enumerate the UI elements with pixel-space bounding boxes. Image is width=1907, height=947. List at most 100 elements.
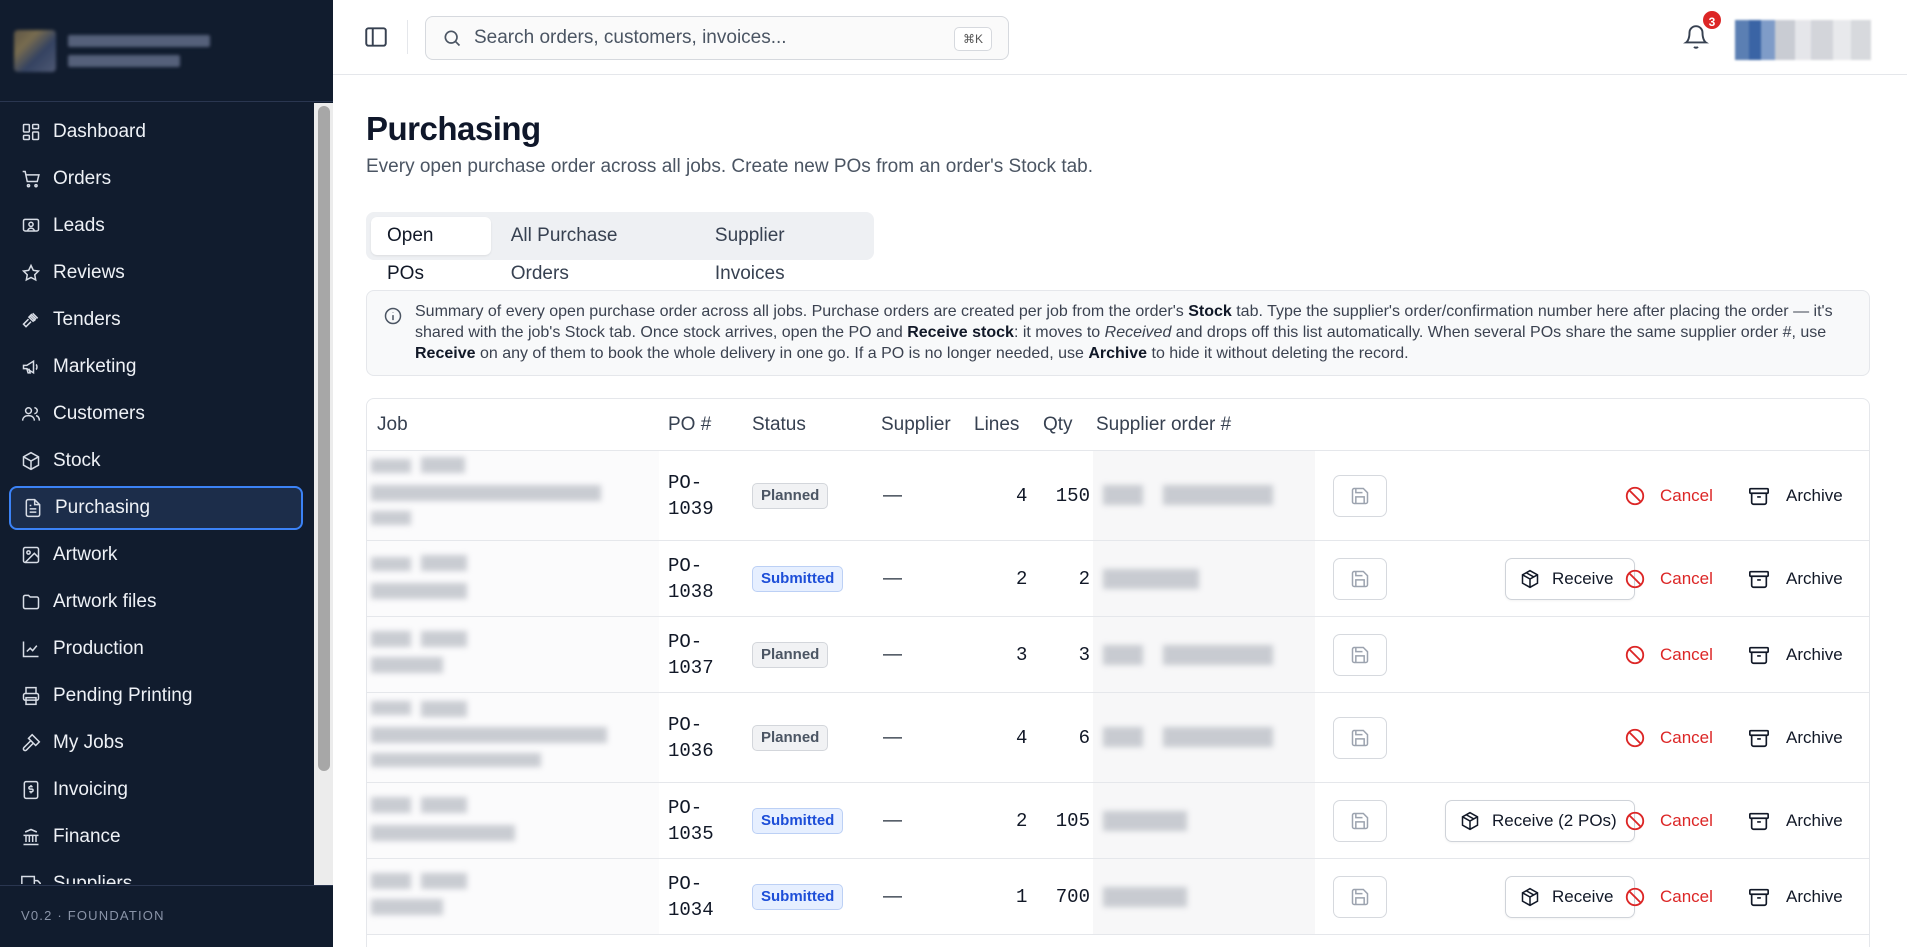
ban-icon [1625,569,1645,589]
sidebar-item-reviews[interactable]: Reviews [9,251,303,295]
job-cell[interactable] [367,783,659,858]
po-number[interactable]: PO- 1034 [668,859,714,934]
cancel-button[interactable]: Cancel [1624,644,1713,666]
receive-multiple-button[interactable]: Receive (2 POs) [1445,800,1635,842]
po-number[interactable]: PO- 1035 [668,783,714,858]
tab-all-purchase-orders[interactable]: All Purchase Orders [495,217,695,284]
sidebar-item-tenders[interactable]: Tenders [9,298,303,342]
sidebar-item-my-jobs[interactable]: My Jobs [9,721,303,765]
save-icon [1351,812,1369,830]
archive-button[interactable]: Archive [1748,886,1843,908]
save-button[interactable] [1333,717,1387,759]
sidebar-item-invoicing[interactable]: Invoicing [9,768,303,812]
sidebar-item-label: Tenders [53,309,121,330]
sidebar-item-label: Reviews [53,262,125,283]
status-badge: Planned [752,482,829,509]
sidebar-item-orders[interactable]: Orders [9,157,303,201]
cancel-button[interactable]: Cancel [1624,727,1713,749]
lines-cell: 2 [1016,567,1028,590]
save-button[interactable] [1333,800,1387,842]
receive-button[interactable]: Receive [1505,558,1635,600]
sidebar-item-suppliers[interactable]: Suppliers [9,862,303,884]
sidebar-item-marketing[interactable]: Marketing [9,345,303,389]
job-cell[interactable] [367,693,659,782]
status-badge: Planned [752,724,829,751]
supplier-order-input[interactable] [1093,783,1315,858]
supplier-cell: — [883,885,902,907]
tab-open-pos[interactable]: Open POs [371,217,491,284]
cart-icon [22,170,40,188]
status-cell: Submitted [752,859,844,934]
save-button[interactable] [1333,475,1387,517]
cancel-button[interactable]: Cancel [1624,568,1713,590]
col-job[interactable]: Job [377,414,408,436]
sidebar-item-label: Customers [53,403,145,424]
cancel-button[interactable]: Cancel [1624,810,1713,832]
sidebar-item-leads[interactable]: Leads [9,204,303,248]
archive-icon [1749,570,1769,589]
archive-button[interactable]: Archive [1748,727,1843,749]
status-badge: Submitted [752,807,844,834]
sidebar-item-stock[interactable]: Stock [9,439,303,483]
page-subtitle: Every open purchase order across all job… [366,156,1094,177]
save-button[interactable] [1333,876,1387,918]
supplier-order-input[interactable] [1093,859,1315,934]
job-cell[interactable] [367,617,659,692]
po-number[interactable]: PO- 1039 [668,451,714,540]
brand[interactable] [0,0,333,102]
tab-supplier-invoices[interactable]: Supplier Invoices [699,217,874,284]
col-lines[interactable]: Lines [974,414,1019,436]
cancel-button[interactable]: Cancel [1624,886,1713,908]
archive-icon [1749,487,1769,506]
receive-button[interactable]: Receive [1505,876,1635,918]
sidebar-item-dashboard[interactable]: Dashboard [9,110,303,154]
lines-cell: 4 [1016,484,1028,507]
job-cell[interactable] [367,859,659,934]
sidebar-item-label: Suppliers [53,873,133,884]
save-button[interactable] [1333,634,1387,676]
search-bar[interactable]: ⌘K [425,16,1009,60]
archive-button[interactable]: Archive [1748,485,1843,507]
archive-button[interactable]: Archive [1748,568,1843,590]
ban-icon [1625,887,1645,907]
supplier-order-input[interactable] [1093,617,1315,692]
po-number[interactable]: PO- 1036 [668,693,714,782]
po-number[interactable]: PO- 1037 [668,617,714,692]
package-check-icon [1521,569,1539,589]
archive-icon [1749,646,1769,665]
status-cell: Submitted [752,541,844,616]
col-qty[interactable]: Qty [1043,414,1073,436]
status-cell: Submitted [752,783,844,858]
po-number[interactable]: PO- 1038 [668,541,714,616]
search-input[interactable] [474,27,934,49]
cancel-button[interactable]: Cancel [1624,485,1713,507]
supplier-cell: — [883,809,902,831]
col-po[interactable]: PO # [668,414,711,436]
sidebar-item-artwork[interactable]: Artwork [9,533,303,577]
supplier-order-input[interactable] [1093,451,1315,540]
job-cell[interactable] [367,451,659,540]
qty-cell: 2 [1078,567,1090,590]
sidebar-item-pending-printing[interactable]: Pending Printing [9,674,303,718]
sidebar-item-customers[interactable]: Customers [9,392,303,436]
archive-button[interactable]: Archive [1748,644,1843,666]
col-status[interactable]: Status [752,414,806,436]
save-button[interactable] [1333,558,1387,600]
col-supplier[interactable]: Supplier [881,414,951,436]
col-supplier-order[interactable]: Supplier order # [1096,414,1231,436]
sidebar-scrollbar-thumb[interactable] [318,106,330,771]
sidebar-item-label: Stock [53,450,101,471]
status-badge: Submitted [752,565,844,592]
sidebar-item-finance[interactable]: Finance [9,815,303,859]
supplier-order-input[interactable] [1093,541,1315,616]
archive-button[interactable]: Archive [1748,810,1843,832]
job-cell[interactable] [367,541,659,616]
sidebar-item-production[interactable]: Production [9,627,303,671]
user-avatar[interactable] [1735,20,1871,60]
supplier-order-input[interactable] [1093,693,1315,782]
sidebar-item-artwork-files[interactable]: Artwork files [9,580,303,624]
sidebar-item-purchasing[interactable]: Purchasing [9,486,303,530]
sidebar-item-label: Invoicing [53,779,128,800]
sidebar-toggle-icon[interactable] [363,24,389,50]
archive-icon [1749,888,1769,907]
